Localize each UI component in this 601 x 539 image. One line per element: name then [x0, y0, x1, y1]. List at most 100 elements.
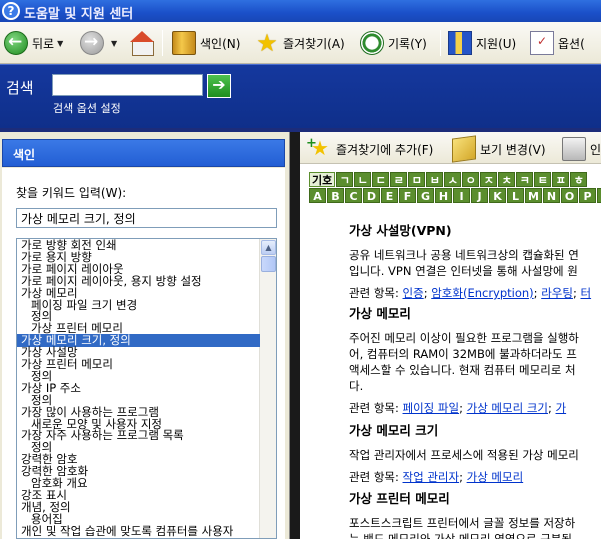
hangul-key[interactable]: ㄱ [336, 172, 354, 187]
hangul-key[interactable]: ㅁ [408, 172, 426, 187]
search-input[interactable] [52, 74, 203, 96]
hangul-key[interactable]: ㅍ [552, 172, 570, 187]
alpha-key[interactable]: E [381, 188, 398, 203]
topic-text: 포스트스크립트 프린터에서 글꼴 정보를 저장하 [349, 516, 576, 530]
support-button[interactable]: 지원(U) [448, 28, 516, 58]
alpha-key[interactable]: I [453, 188, 470, 203]
related-link[interactable]: 암호화(Encryption) [431, 286, 533, 300]
index-button[interactable]: 색인(N) [172, 28, 240, 58]
related-link[interactable]: 터 [580, 286, 591, 300]
alpha-key[interactable]: C [345, 188, 362, 203]
hangul-key-row: 기호 ㄱㄴㄷㄹㅁㅂㅅㅇㅈㅊㅋㅌㅍㅎ [309, 172, 588, 187]
index-list-item[interactable]: 개인 및 작업 습관에 맞도록 컴퓨터를 사용자 [17, 525, 260, 538]
options-button[interactable]: 옵션( [530, 28, 585, 58]
hangul-key[interactable]: ㅈ [480, 172, 498, 187]
back-dropdown-icon[interactable]: ▼ [57, 39, 63, 48]
related-link[interactable]: 작업 관리자 [403, 470, 460, 484]
search-label: 검색 [6, 79, 34, 97]
index-pane-header: 색인 [2, 139, 285, 167]
history-button[interactable]: 기록(Y) [360, 28, 427, 58]
print-button[interactable]: 인 [562, 134, 601, 164]
back-label: 뒤로 [32, 36, 55, 51]
main-toolbar: 뒤로 ▼ ▼ 색인(N) ★ 즐겨찾기(A) 기록(Y) 지원(U) 옵션( [0, 22, 601, 64]
topic-entry: 가상 사설망(VPN) 공유 네트워크나 공용 네트워크상의 캡슐화된 연 입니다.… [349, 220, 601, 301]
back-button[interactable]: 뒤로 ▼ [4, 28, 63, 58]
index-scrollbar[interactable]: ▲ [259, 239, 276, 538]
content-pane: ★ 즐겨찾기에 추가(F) 보기 변경(V) 인 기호ㄱㄴㄷㄹㅁㅂㅅㅇㅈㅊㅋㅌㅍ… [300, 132, 601, 539]
related-link[interactable]: 페이징 파일 [403, 401, 460, 415]
history-label: 기록(Y) [388, 36, 427, 51]
alpha-key[interactable]: M [525, 188, 542, 203]
help-center-icon: ? [2, 2, 20, 20]
hangul-key[interactable]: ㅅ [444, 172, 462, 187]
alpha-key[interactable]: N [543, 188, 560, 203]
alpha-key[interactable]: L [507, 188, 524, 203]
index-list[interactable]: ▲ 가로 방향 회전 인쇄 가로 용지 방향 가로 페이지 레이아웃 가로 페이지 레… [16, 238, 277, 539]
hangul-key[interactable]: ㅎ [570, 172, 588, 187]
alpha-key[interactable]: Q [597, 188, 601, 203]
change-view-label: 보기 변경(V) [480, 142, 546, 157]
related-label: 관련 항목: [349, 401, 399, 415]
options-checklist-icon [530, 31, 554, 55]
related-link[interactable]: 라우팅 [541, 286, 573, 300]
related-topics: 관련 항목: 인증; 암호화(Encryption); 라우팅; 터 [349, 286, 592, 300]
search-go-button[interactable]: ➔ [207, 74, 231, 98]
alpha-key[interactable]: P [579, 188, 596, 203]
topic-text: 공유 네트워크나 공용 네트워크상의 캡슐화된 연 [349, 248, 579, 262]
home-button[interactable] [130, 28, 158, 58]
search-options-link[interactable]: 검색 옵션 설정 [53, 100, 121, 116]
alpha-key[interactable]: H [435, 188, 452, 203]
forward-arrow-icon [80, 31, 104, 55]
alpha-key[interactable]: O [561, 188, 578, 203]
scroll-up-icon[interactable]: ▲ [261, 240, 276, 255]
alpha-key[interactable]: A [309, 188, 326, 203]
topic-entry: 가상 메모리 주어진 메모리 이상이 필요한 프로그램을 실행하 어, 컴퓨터의 R… [349, 303, 601, 416]
index-pane: 색인 찾을 키워드 입력(W): ▲ 가로 방향 회전 인쇄가로 용지 방향가로… [0, 132, 290, 539]
hangul-key[interactable]: ㅂ [426, 172, 444, 187]
forward-dropdown-icon[interactable]: ▼ [111, 39, 117, 48]
add-favorite-star-icon: ★ [306, 133, 332, 161]
hangul-key[interactable]: ㅋ [516, 172, 534, 187]
alpha-key[interactable]: F [399, 188, 416, 203]
topic-text: 작업 관리자에서 프로세스에 적용된 가상 메모리 [349, 448, 579, 462]
alpha-key[interactable]: B [327, 188, 344, 203]
related-topics: 관련 항목: 페이징 파일; 가상 메모리 크기; 가 [349, 401, 567, 415]
alpha-key[interactable]: K [489, 188, 506, 203]
keyword-label: 찾을 키워드 입력(W): [16, 186, 127, 200]
related-link[interactable]: 가 [556, 401, 567, 415]
hangul-key[interactable]: ㅇ [462, 172, 480, 187]
forward-button[interactable]: ▼ [80, 28, 117, 58]
content-toolbar: ★ 즐겨찾기에 추가(F) 보기 변경(V) 인 [300, 132, 601, 164]
alpha-key[interactable]: G [417, 188, 434, 203]
hangul-key[interactable]: ㅌ [534, 172, 552, 187]
topic-text: 주어진 메모리 이상이 필요한 프로그램을 실행하 [349, 331, 579, 345]
related-link[interactable]: 인증 [403, 286, 424, 300]
topic-title: 가상 메모리 크기 [349, 423, 439, 438]
related-link[interactable]: 가상 메모리 크기 [467, 401, 548, 415]
topic-text: 액세스할 수 있습니다. 현재 컴퓨터 메모리로 처 [349, 363, 576, 377]
topic-text: 어, 컴퓨터의 RAM이 32MB에 불과하더라도 프 [349, 347, 577, 361]
hangul-key[interactable]: ㄷ [372, 172, 390, 187]
hangul-key[interactable]: ㄴ [354, 172, 372, 187]
favorites-star-icon: ★ [256, 29, 278, 57]
support-label: 지원(U) [476, 36, 517, 51]
hangul-key[interactable]: 기호 [309, 172, 336, 187]
alpha-key[interactable]: D [363, 188, 380, 203]
search-bar: 검색 ➔ 검색 옵션 설정 [0, 64, 601, 128]
keyword-input[interactable] [16, 208, 277, 228]
related-topics: 관련 항목: 작업 관리자; 가상 메모리 [349, 470, 524, 484]
hangul-key[interactable]: ㅊ [498, 172, 516, 187]
add-favorite-button[interactable]: ★ 즐겨찾기에 추가(F) [306, 133, 433, 164]
topic-text: 는 밴드 메모리와 가상 메모리 영역으로 구분됩 [349, 532, 572, 539]
favorites-label: 즐겨찾기(A) [283, 36, 345, 51]
favorites-button[interactable]: ★ 즐겨찾기(A) [255, 28, 345, 58]
topic-title: 가상 사설망(VPN) [349, 223, 452, 238]
scroll-thumb[interactable] [261, 256, 276, 272]
change-view-button[interactable]: 보기 변경(V) [452, 134, 546, 164]
index-book-icon [172, 31, 196, 55]
alpha-key[interactable]: J [471, 188, 488, 203]
print-label: 인 [590, 142, 601, 157]
related-link[interactable]: 가상 메모리 [467, 470, 524, 484]
hangul-key[interactable]: ㄹ [390, 172, 408, 187]
options-label: 옵션( [558, 36, 585, 51]
